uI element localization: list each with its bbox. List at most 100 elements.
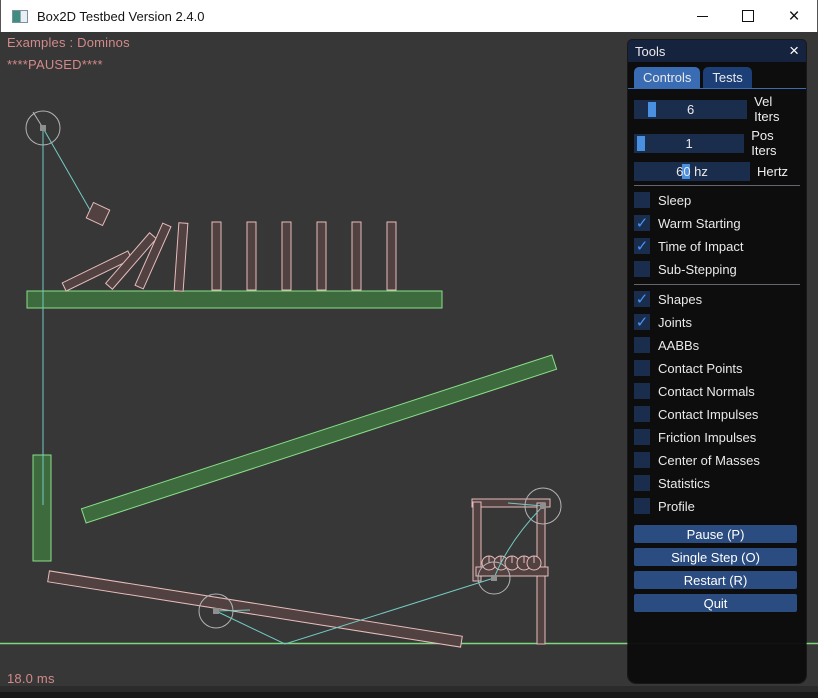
minimize-button[interactable] [679,0,725,32]
anchor-marker [213,608,219,614]
tab-controls[interactable]: Controls [634,67,700,88]
checkbox-statistics[interactable]: ✓ Statistics [634,475,800,491]
checkbox-sub-stepping[interactable]: ✓ Sub-Stepping [634,261,800,277]
separator [634,185,800,186]
domino-upright-4[interactable] [317,222,326,290]
maximize-icon [742,10,754,22]
anchor-marker [491,575,497,581]
vel-iters-label: Vel Iters [754,94,800,124]
maximize-button[interactable] [725,0,771,32]
checkbox-sleep[interactable]: ✓ Sleep [634,192,800,208]
pos-iters-label: Pos Iters [751,128,800,158]
close-button[interactable]: × [771,0,817,32]
checkbox-box[interactable]: ✓ [634,192,650,208]
checkbox-label: AABBs [658,338,699,353]
domino-upright-6[interactable] [387,222,396,290]
checkbox-joints[interactable]: ✓ Joints [634,314,800,330]
pause-button[interactable]: Pause (P) [634,525,797,543]
check-icon: ✓ [636,315,649,330]
app-window: Box2D Testbed Version 2.4.0 × Examples :… [0,0,818,698]
vel-iters-value: 6 [634,100,747,119]
checkbox-friction-impulses[interactable]: ✓ Friction Impulses [634,429,800,445]
checkbox-box[interactable]: ✓ [634,215,650,231]
hanging-box[interactable] [86,202,109,225]
tools-panel-title: Tools [635,44,789,59]
tools-panel-body: 6 Vel Iters 1 Pos Iters 60 hz [628,89,806,612]
checkbox-box[interactable]: ✓ [634,291,650,307]
tab-tests[interactable]: Tests [703,67,751,88]
window-titlebar[interactable]: Box2D Testbed Version 2.4.0 × [0,0,818,32]
checkbox-label: Statistics [658,476,710,491]
hertz-label: Hertz [757,164,788,179]
domino-upright-1[interactable] [212,222,221,290]
checkbox-box[interactable]: ✓ [634,383,650,399]
checkbox-box[interactable]: ✓ [634,261,650,277]
hertz-value: 60 hz [634,162,750,181]
checkbox-label: Contact Points [658,361,743,376]
platform[interactable] [27,291,442,308]
window-title: Box2D Testbed Version 2.4.0 [37,9,204,24]
checkbox-box[interactable]: ✓ [634,238,650,254]
checkbox-label: Profile [658,499,695,514]
vel-iters-row: 6 Vel Iters [634,94,800,124]
joint-line-2 [43,128,90,210]
pos-iters-row: 1 Pos Iters [634,128,800,158]
checkbox-box[interactable]: ✓ [634,429,650,445]
domino-upright-5[interactable] [352,222,361,290]
tools-panel-close-icon[interactable]: × [789,42,799,59]
checkbox-label: Joints [658,315,692,330]
checkbox-label: Time of Impact [658,239,743,254]
checkbox-profile[interactable]: ✓ Profile [634,498,800,514]
tab-bar: Controls Tests [628,62,806,89]
seesaw-plank[interactable] [48,571,463,647]
checkbox-time-of-impact[interactable]: ✓ Time of Impact [634,238,800,254]
tools-panel-titlebar[interactable]: Tools × [628,40,806,62]
domino-leaning[interactable] [174,223,188,291]
checkbox-label: Center of Masses [658,453,760,468]
hertz-row: 60 hz Hertz [634,162,800,181]
checkbox-box[interactable]: ✓ [634,475,650,491]
checkbox-shapes[interactable]: ✓ Shapes [634,291,800,307]
minimize-icon [697,16,708,17]
checkbox-label: Contact Normals [658,384,755,399]
check-icon: ✓ [636,292,649,307]
close-icon: × [788,7,799,26]
pos-iters-slider[interactable]: 1 [634,134,744,153]
app-icon [12,10,28,23]
checkbox-contact-impulses[interactable]: ✓ Contact Impulses [634,406,800,422]
vertical-plank[interactable] [33,455,51,561]
checkbox-label: Sleep [658,193,691,208]
checkbox-box[interactable]: ✓ [634,406,650,422]
checkbox-box[interactable]: ✓ [634,337,650,353]
single-step-button[interactable]: Single Step (O) [634,548,797,566]
quit-button-label: Quit [704,596,728,611]
pos-iters-value: 1 [634,134,744,153]
anchor-marker [40,125,46,131]
checkbox-box[interactable]: ✓ [634,314,650,330]
checkbox-label: Warm Starting [658,216,741,231]
checkbox-warm-starting[interactable]: ✓ Warm Starting [634,215,800,231]
anchor-marker [540,503,546,509]
checkbox-aabbs[interactable]: ✓ AABBs [634,337,800,353]
checkbox-box[interactable]: ✓ [634,498,650,514]
vel-iters-slider[interactable]: 6 [634,100,747,119]
simulation-canvas[interactable]: Examples : Dominos ****PAUSED**** 18.0 m… [0,32,818,698]
tools-panel: Tools × Controls Tests 6 Vel Iters [628,40,806,683]
checkbox-contact-normals[interactable]: ✓ Contact Normals [634,383,800,399]
single-step-button-label: Single Step (O) [671,550,760,565]
ramp-plank[interactable] [81,355,556,523]
domino-upright-3[interactable] [282,222,291,290]
checkbox-label: Shapes [658,292,702,307]
checkbox-label: Contact Impulses [658,407,758,422]
checkbox-label: Friction Impulses [658,430,756,445]
checkbox-contact-points[interactable]: ✓ Contact Points [634,360,800,376]
quit-button[interactable]: Quit [634,594,797,612]
checkbox-center-of-masses[interactable]: ✓ Center of Masses [634,452,800,468]
check-icon: ✓ [636,216,649,231]
window-controls: × [679,0,817,32]
restart-button[interactable]: Restart (R) [634,571,797,589]
domino-upright-2[interactable] [247,222,256,290]
checkbox-box[interactable]: ✓ [634,360,650,376]
hertz-slider[interactable]: 60 hz [634,162,750,181]
checkbox-box[interactable]: ✓ [634,452,650,468]
